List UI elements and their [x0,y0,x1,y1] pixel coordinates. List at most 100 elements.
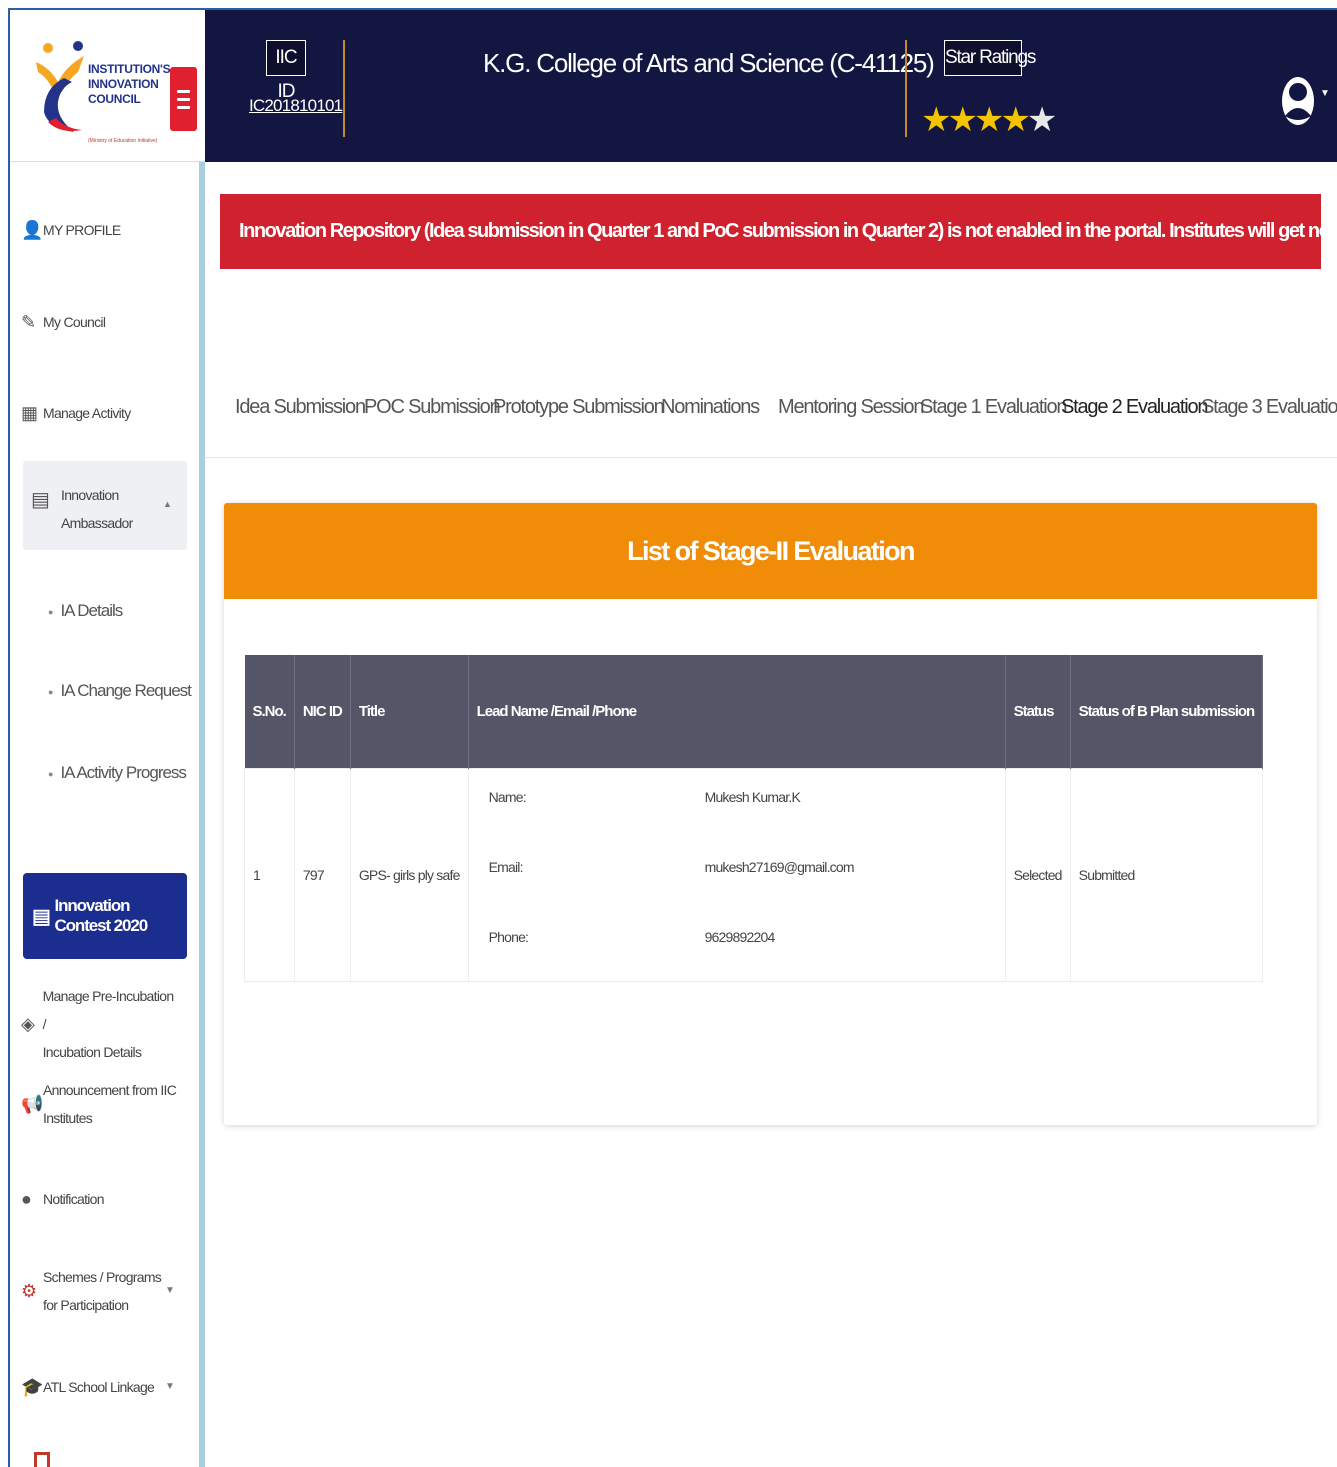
table-row: 1 797 GPS- girls ply safe Name: Mukesh K… [244,767,1264,982]
sidebar-item-label: Manage Pre-Incubation / Incubation Detai… [42,988,175,1060]
chevron-down-icon[interactable]: ▼ [1320,88,1330,99]
sidebar-item-label: Schemes / Programs for Participation [43,1269,162,1313]
star-ratings-label: Star Ratings [944,40,1036,76]
sidebar-item-notification[interactable]: ● Notification [13,1185,177,1213]
sidebar-item-my-profile[interactable]: 👤 MY PROFILE [13,216,177,244]
top-header: IIC ID IC201810101 K.G. College of Arts … [205,10,1337,162]
tab-stage-3-evaluation[interactable]: Stage 3 Evaluation [1201,396,1337,419]
logo-text: INSTITUTION'S INNOVATION COUNCIL [88,62,171,107]
table-header-row: S.No. NIC ID Title Lead Name /Email /Pho… [244,655,1264,768]
column-header-sno: S.No. [244,655,295,768]
sidebar-item-label: MY PROFILE [43,222,121,238]
cell-bplan-status: Submitted [1069,767,1264,982]
edit-icon: ✎ [21,311,36,332]
chevron-down-icon: ▼ [165,1285,175,1296]
name-label: Name: [488,788,527,805]
layers-icon: ◈ [21,1013,35,1034]
bullet-icon: ● [48,606,54,617]
half-star-icon: ★ [1026,101,1058,139]
tab-prototype-submission[interactable]: Prototype Submission [493,396,665,419]
ia-label-line-1: Innovation [61,487,119,503]
sidebar-item-label: Notification [43,1191,105,1207]
tab-nominations[interactable]: Nominations [661,396,760,419]
alert-icon: ● [21,1188,32,1209]
phone-label: Phone: [488,928,529,945]
sidebar-subitem-ia-activity-progress[interactable]: ● IA Activity Progress [48,763,187,783]
menu-toggle-button[interactable] [170,67,197,131]
evaluation-tabs: Idea Submission POC Submission Prototype… [205,380,1337,458]
tab-stage-1-evaluation[interactable]: Stage 1 Evaluation [920,396,1068,419]
sidebar-item-announcement[interactable]: 📢 Announcement from IIC Institutes [13,1076,177,1132]
sidebar-item-pre-incubation[interactable]: ◈ Manage Pre-Incubation / Incubation Det… [13,982,177,1066]
sidebar-subitem-ia-details[interactable]: ● IA Details [48,601,123,621]
alert-banner: Innovation Repository (Idea submission i… [220,194,1321,269]
cell-nic-id: 797 [293,767,351,982]
sidebar-item-label: Manage Activity [43,405,131,421]
subitem-label: IA Details [60,601,123,620]
bullet-icon: ● [48,768,54,779]
column-header-lead: Lead Name /Email /Phone [468,655,1006,768]
header-divider [905,40,907,137]
column-header-bplan: Status of B Plan submission [1070,655,1264,768]
logo-line-2: INNOVATION [88,77,159,91]
tab-idea-submission[interactable]: Idea Submission [235,396,366,419]
column-header-status: Status [1005,655,1071,768]
ia-label-line-2: Ambassador [61,515,133,531]
lead-email: mukesh27169@gmail.com [704,858,855,875]
grid-icon: ▤ [31,489,50,511]
sidebar-item-label: My Council [43,314,106,330]
iic-id-label: IIC ID [266,40,306,102]
cell-sno: 1 [244,767,295,982]
tab-stage-2-evaluation[interactable]: Stage 2 Evaluation [1061,396,1209,419]
logo-line-3: COUNCIL [88,92,141,106]
gears-icon: ⚙ [21,1280,37,1301]
star-rating: ★★★★★ [921,101,1058,139]
sidebar-item-label: Innovation Contest 2020 [54,896,148,935]
logo-area: INSTITUTION'S INNOVATION COUNCIL (Minist… [10,10,205,162]
lead-phone: 9629892204 [704,928,776,945]
subitem-label: IA Change Request [60,681,191,700]
college-name: K.G. College of Arts and Science (C-4112… [483,48,935,78]
sidebar-scrollbar[interactable] [199,162,205,1467]
graduation-cap-icon: 🎓 [21,1376,43,1397]
column-header-title: Title [350,655,469,768]
email-label: Email: [488,858,524,875]
sidebar-item-innovation-contest-2020[interactable]: ▤ Innovation Contest 2020 [23,873,187,959]
card-title: List of Stage-II Evaluation [224,503,1317,599]
chevron-up-icon: ▲ [163,499,172,509]
lead-name: Mukesh Kumar.K [704,788,801,805]
sidebar-item-innovation-ambassador[interactable]: ▤ Innovation Ambassador ▲ [23,461,187,550]
table-icon: ▦ [21,402,38,423]
iic-logo-icon [36,41,84,132]
cell-lead: Name: Mukesh Kumar.K Email: mukesh27169@… [467,767,1006,982]
filled-stars-icon: ★★★★ [921,101,1031,139]
sidebar-item-manage-activity[interactable]: ▦ Manage Activity [13,399,177,427]
cell-status: Selected [1004,767,1071,982]
subitem-label: IA Activity Progress [60,763,186,782]
logo-line-1: INSTITUTION'S [88,62,171,76]
sidebar-item-my-council[interactable]: ✎ My Council [13,308,177,336]
sidebar-subitem-ia-change-request[interactable]: ● IA Change Request [48,681,192,701]
evaluation-card: List of Stage-II Evaluation S.No. NIC ID… [224,503,1317,1125]
sidebar-item-label: ATL School Linkage [43,1379,155,1395]
cell-title: GPS- girls ply safe [349,767,469,982]
partial-icon [34,1452,50,1467]
chevron-down-icon: ▼ [165,1381,175,1392]
megaphone-icon: 📢 [21,1093,43,1114]
tab-poc-submission[interactable]: POC Submission [364,396,501,419]
evaluation-table: S.No. NIC ID Title Lead Name /Email /Pho… [244,655,1264,982]
logo-subtitle: (Ministry of Education Initiative) [88,138,158,144]
grid-icon: ▤ [32,905,51,928]
iic-id-link[interactable]: IC201810101 [249,96,343,116]
user-avatar-icon[interactable] [1281,76,1315,126]
hamburger-icon [177,89,190,93]
sidebar-item-label: Announcement from IIC Institutes [43,1082,177,1126]
bullet-icon: ● [48,686,54,697]
lead-details: Name: Mukesh Kumar.K Email: mukesh27169@… [469,769,1005,981]
column-header-nic-id: NIC ID [294,655,351,768]
sidebar-item-atl-school-linkage[interactable]: 🎓 ATL School Linkage ▼ [13,1373,177,1401]
user-icon: 👤 [21,219,43,240]
sidebar-item-schemes[interactable]: ⚙ Schemes / Programs for Participation ▼ [13,1263,177,1319]
sidebar-item-label: Innovation Ambassador [61,481,133,537]
tab-mentoring-session[interactable]: Mentoring Session [778,396,924,419]
